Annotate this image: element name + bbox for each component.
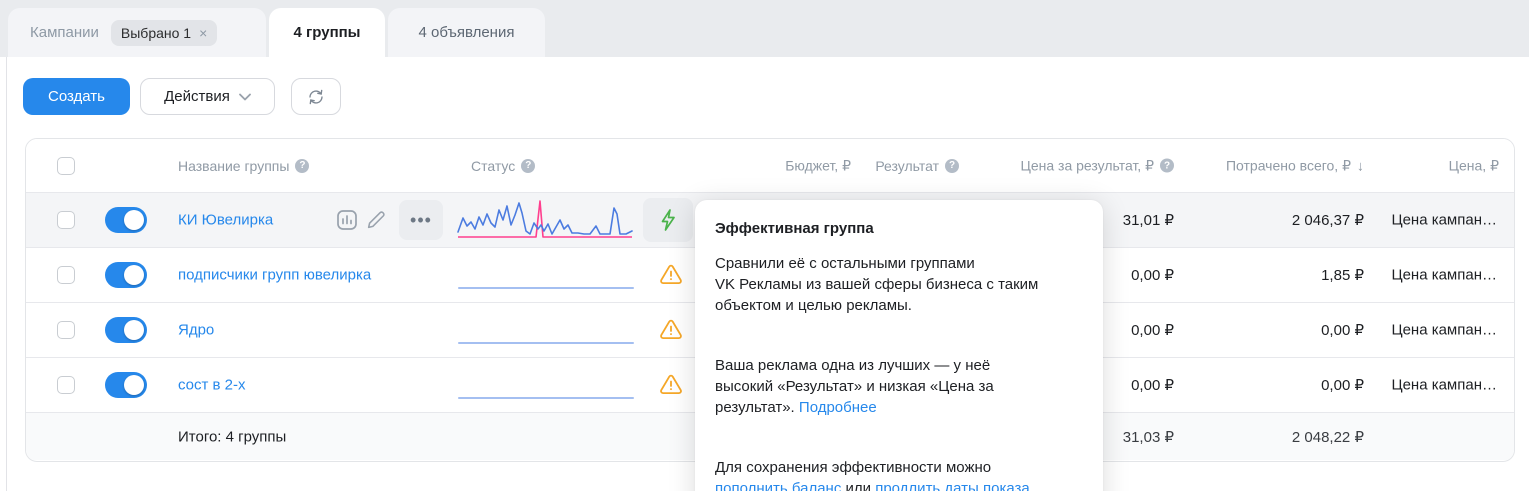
row-enabled-toggle[interactable] — [105, 262, 147, 288]
warning-triangle-icon[interactable] — [659, 374, 683, 396]
column-header-name[interactable]: Название группы ? — [178, 158, 309, 174]
row-checkbox[interactable] — [57, 266, 75, 284]
totals-label: Итого: 4 группы — [178, 428, 286, 445]
row-checkbox[interactable] — [57, 211, 75, 229]
cost-per-result-value: 0,00 ₽ — [1131, 266, 1174, 284]
create-button-label: Создать — [48, 88, 105, 105]
tab-campaigns[interactable]: Кампании Выбрано 1 × — [8, 8, 266, 57]
refresh-button[interactable] — [291, 78, 341, 115]
tab-groups-label: 4 группы — [294, 24, 361, 41]
spent-total-value: 2 046,37 ₽ — [1292, 211, 1364, 229]
statistics-icon[interactable] — [335, 208, 359, 232]
cost-per-result-value: 31,01 ₽ — [1123, 211, 1174, 229]
group-name-link[interactable]: Ядро — [178, 322, 214, 339]
toggle-knob — [124, 210, 144, 230]
price-value: Цена кампан… — [1391, 212, 1497, 229]
help-icon[interactable]: ? — [295, 159, 309, 173]
help-icon[interactable]: ? — [1160, 159, 1174, 173]
group-name-link[interactable]: подписчики групп ювелирка — [178, 267, 371, 284]
tab-groups-active[interactable]: 4 группы — [269, 8, 385, 57]
tooltip-paragraph-best: Ваша реклама одна из лучших — у неё высо… — [715, 334, 1083, 418]
column-header-status[interactable]: Статус ? — [471, 158, 535, 174]
price-value: Цена кампан… — [1391, 322, 1497, 339]
price-value: Цена кампан… — [1391, 377, 1497, 394]
group-name-link[interactable]: сост в 2-х — [178, 377, 246, 394]
row-enabled-toggle[interactable] — [105, 372, 147, 398]
toggle-knob — [124, 375, 144, 395]
toggle-knob — [124, 265, 144, 285]
tooltip-paragraph-comparison: Сравнили её с остальными группами VK Рек… — [715, 253, 1083, 316]
row-enabled-toggle[interactable] — [105, 317, 147, 343]
actions-dropdown-button[interactable]: Действия — [140, 78, 275, 115]
chevron-down-icon — [239, 93, 251, 101]
actions-button-label: Действия — [164, 88, 230, 105]
tab-strip: Кампании Выбрано 1 × 4 группы 4 объявлен… — [0, 0, 1529, 57]
warning-triangle-icon[interactable] — [659, 264, 683, 286]
select-all-checkbox[interactable] — [57, 157, 75, 175]
edit-pencil-icon[interactable] — [365, 209, 387, 231]
warning-triangle-icon[interactable] — [659, 319, 683, 341]
group-name-link[interactable]: КИ Ювелирка — [178, 212, 273, 229]
status-sparkline-chart[interactable] — [456, 198, 636, 242]
tooltip-title: Эффективная группа — [715, 218, 1083, 239]
totals-cost-per-result: 31,03 ₽ — [1123, 428, 1174, 446]
spent-total-value: 1,85 ₽ — [1321, 266, 1364, 284]
sort-desc-icon[interactable]: ↓ — [1357, 158, 1364, 174]
row-checkbox[interactable] — [57, 321, 75, 339]
price-value: Цена кампан… — [1391, 267, 1497, 284]
vk-ads-groups-screen: Кампании Выбрано 1 × 4 группы 4 объявлен… — [0, 0, 1529, 491]
chip-close-icon[interactable]: × — [199, 26, 207, 40]
column-header-budget[interactable]: Бюджет, ₽ — [785, 157, 851, 174]
tab-ads-label: 4 объявления — [419, 24, 515, 41]
cost-per-result-value: 0,00 ₽ — [1131, 321, 1174, 339]
table-header-row: Название группы ? Статус ? Бюджет, ₽ Рез… — [26, 139, 1514, 193]
selected-filter-chip-label: Выбрано 1 — [121, 25, 191, 41]
tab-campaigns-label: Кампании — [30, 24, 99, 41]
panel-edge-divider — [6, 57, 7, 491]
tooltip-or-text: или — [841, 480, 875, 491]
row-checkbox[interactable] — [57, 376, 75, 394]
effective-group-tooltip: Эффективная группа Сравнили её с остальн… — [695, 200, 1103, 491]
column-header-cost-per-result[interactable]: Цена за результат, ₽ ? — [1020, 157, 1174, 174]
more-actions-button[interactable]: ••• — [399, 200, 443, 240]
status-flatline-chart — [458, 287, 634, 289]
column-header-spent-total[interactable]: Потрачено всего, ₽ ↓ — [1226, 157, 1364, 174]
help-icon[interactable]: ? — [945, 159, 959, 173]
create-button[interactable]: Создать — [23, 78, 130, 115]
help-icon[interactable]: ? — [521, 159, 535, 173]
learn-more-link[interactable]: Подробнее — [799, 399, 877, 416]
tooltip-keep-text: Для сохранения эффективности можно — [715, 459, 991, 476]
status-flatline-chart — [458, 342, 634, 344]
selected-filter-chip[interactable]: Выбрано 1 × — [111, 20, 217, 46]
row-enabled-toggle[interactable] — [105, 207, 147, 233]
cost-per-result-value: 0,00 ₽ — [1131, 376, 1174, 394]
tooltip-paragraph-keep-effective: Для сохранения эффективности можно попол… — [715, 436, 1083, 491]
toggle-knob — [124, 320, 144, 340]
refresh-icon — [307, 88, 325, 106]
spent-total-value: 0,00 ₽ — [1321, 376, 1364, 394]
column-header-price[interactable]: Цена, ₽ — [1449, 157, 1499, 174]
column-header-result[interactable]: Результат ? — [875, 158, 959, 174]
status-flatline-chart — [458, 397, 634, 399]
totals-spent-total: 2 048,22 ₽ — [1292, 428, 1364, 446]
tab-ads[interactable]: 4 объявления — [388, 8, 545, 57]
top-up-balance-link[interactable]: пополнить баланс — [715, 480, 841, 491]
spent-total-value: 0,00 ₽ — [1321, 321, 1364, 339]
effective-group-lightning-icon[interactable] — [643, 198, 693, 242]
extend-dates-link[interactable]: продлить даты показа — [875, 480, 1030, 491]
